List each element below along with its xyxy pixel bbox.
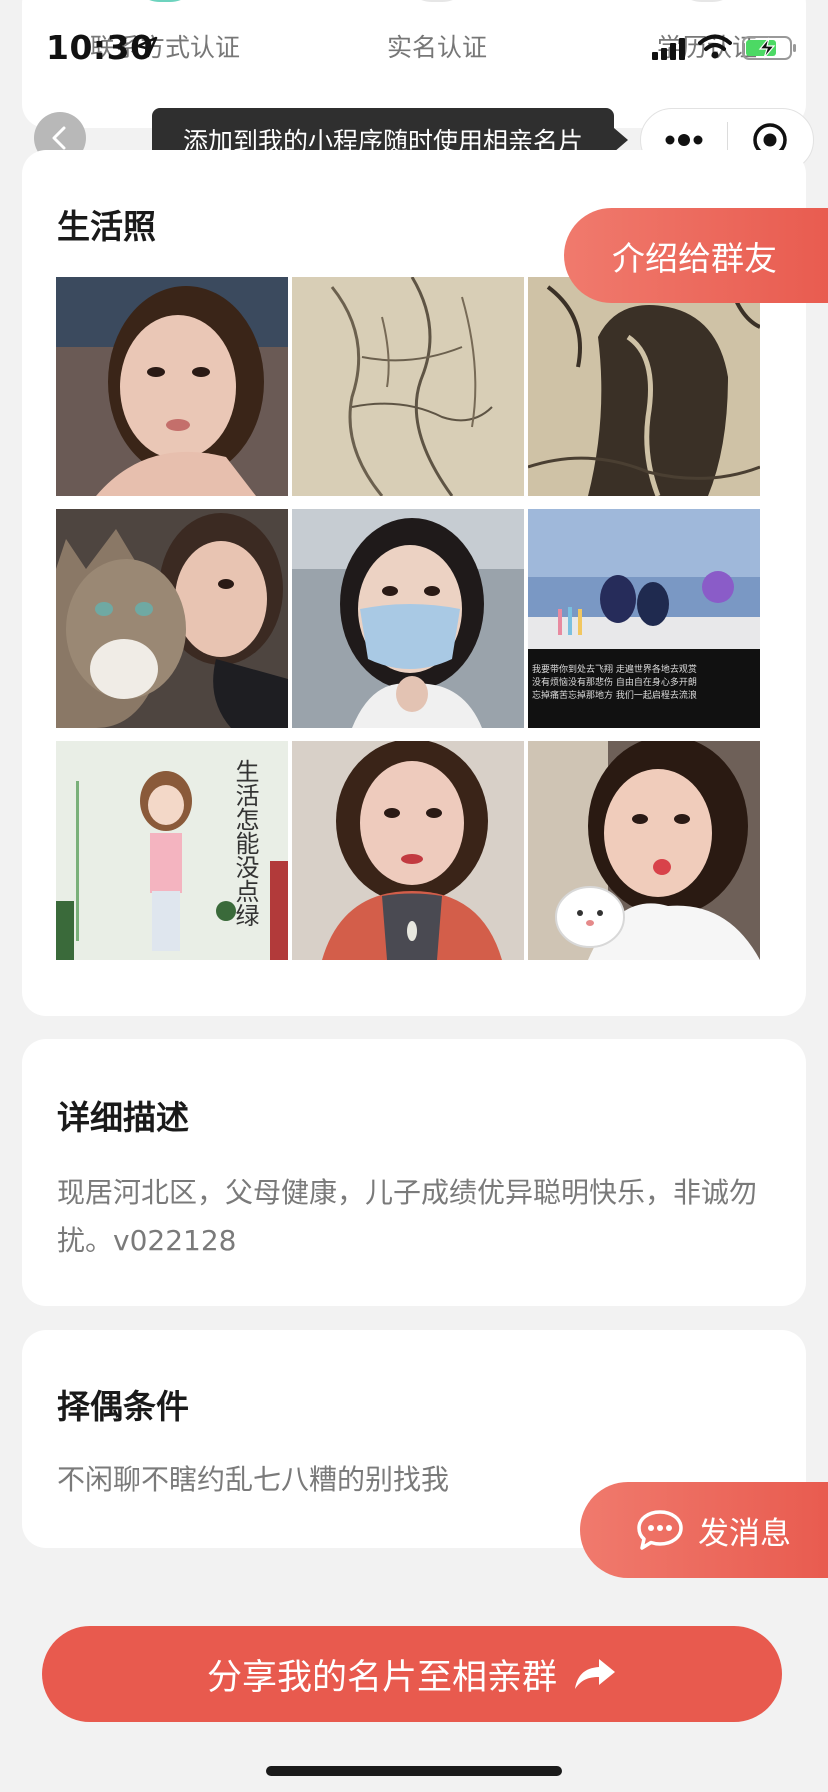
photo-height-chart[interactable]: 生活怎能没点绿	[56, 741, 288, 960]
height-chart-wall-text: 生活怎能没点绿	[231, 759, 259, 927]
description-card: 详细描述 现居河北区，父母健康，儿子成绩优异聪明快乐，非诚勿扰。v022128	[22, 1039, 806, 1306]
send-message-button[interactable]: 发消息	[580, 1482, 828, 1578]
description-text: 现居河北区，父母健康，儿子成绩优异聪明快乐，非诚勿扰。v022128	[57, 1176, 758, 1257]
realname-badge-icon	[402, 0, 472, 2]
caption-line-3: 忘掉痛苦忘掉那地方 我们一起启程去流浪	[532, 691, 697, 701]
photo-ink-sketch-tree[interactable]	[528, 277, 760, 496]
introduce-to-group-button[interactable]: 介绍给群友	[564, 208, 828, 303]
conditions-title: 择偶条件	[57, 1387, 189, 1426]
photo-selfie-woman-2[interactable]	[292, 741, 524, 960]
share-card-label: 分享我的名片至相亲群	[206, 1657, 557, 1698]
photo-selfie-woman-1[interactable]	[56, 277, 288, 496]
photo-selfie-face-mask[interactable]	[292, 509, 524, 728]
conditions-text: 不闲聊不瞎约乱七八糟的别找我	[57, 1463, 450, 1496]
share-card-button[interactable]: 分享我的名片至相亲群	[42, 1626, 782, 1722]
verified-check-icon	[130, 0, 200, 2]
tip-arrow	[614, 128, 628, 152]
life-photos-title: 生活照	[57, 207, 156, 246]
lake-photo-caption: 我要带你到处去飞翔 走遍世界各地去观赏 没有烦恼没有那悲伤 自由自在身心多开朗 …	[532, 664, 758, 703]
chat-bubble-icon	[637, 1510, 683, 1550]
home-indicator	[266, 1766, 562, 1776]
location-arrow-icon	[136, 36, 158, 58]
verify-realname-label: 实名认证	[386, 33, 487, 62]
back-icon	[52, 126, 66, 150]
wifi-icon	[698, 34, 732, 59]
photo-lake-travel[interactable]: 我要带你到处去飞翔 走遍世界各地去观赏 没有烦恼没有那悲伤 自由自在身心多开朗 …	[528, 509, 760, 728]
photo-pencil-sketch-figure[interactable]	[292, 277, 524, 496]
battery-charging-icon	[742, 36, 796, 60]
photo-selfie-pout-sticker[interactable]	[528, 741, 760, 960]
education-badge-icon	[672, 0, 742, 2]
description-title: 详细描述	[57, 1098, 189, 1137]
share-arrow-icon	[575, 1659, 615, 1689]
caption-line-2: 没有烦恼没有那悲伤 自由自在身心多开朗	[532, 678, 697, 688]
photo-grid: 我要带你到处去飞翔 走遍世界各地去观赏 没有烦恼没有那悲伤 自由自在身心多开朗 …	[56, 277, 760, 960]
photo-selfie-with-cat[interactable]	[56, 509, 288, 728]
more-icon	[665, 134, 703, 146]
cellular-signal-icon	[652, 38, 685, 60]
caption-line-1: 我要带你到处去飞翔 走遍世界各地去观赏	[532, 665, 697, 675]
send-message-label: 发消息	[698, 1515, 791, 1552]
